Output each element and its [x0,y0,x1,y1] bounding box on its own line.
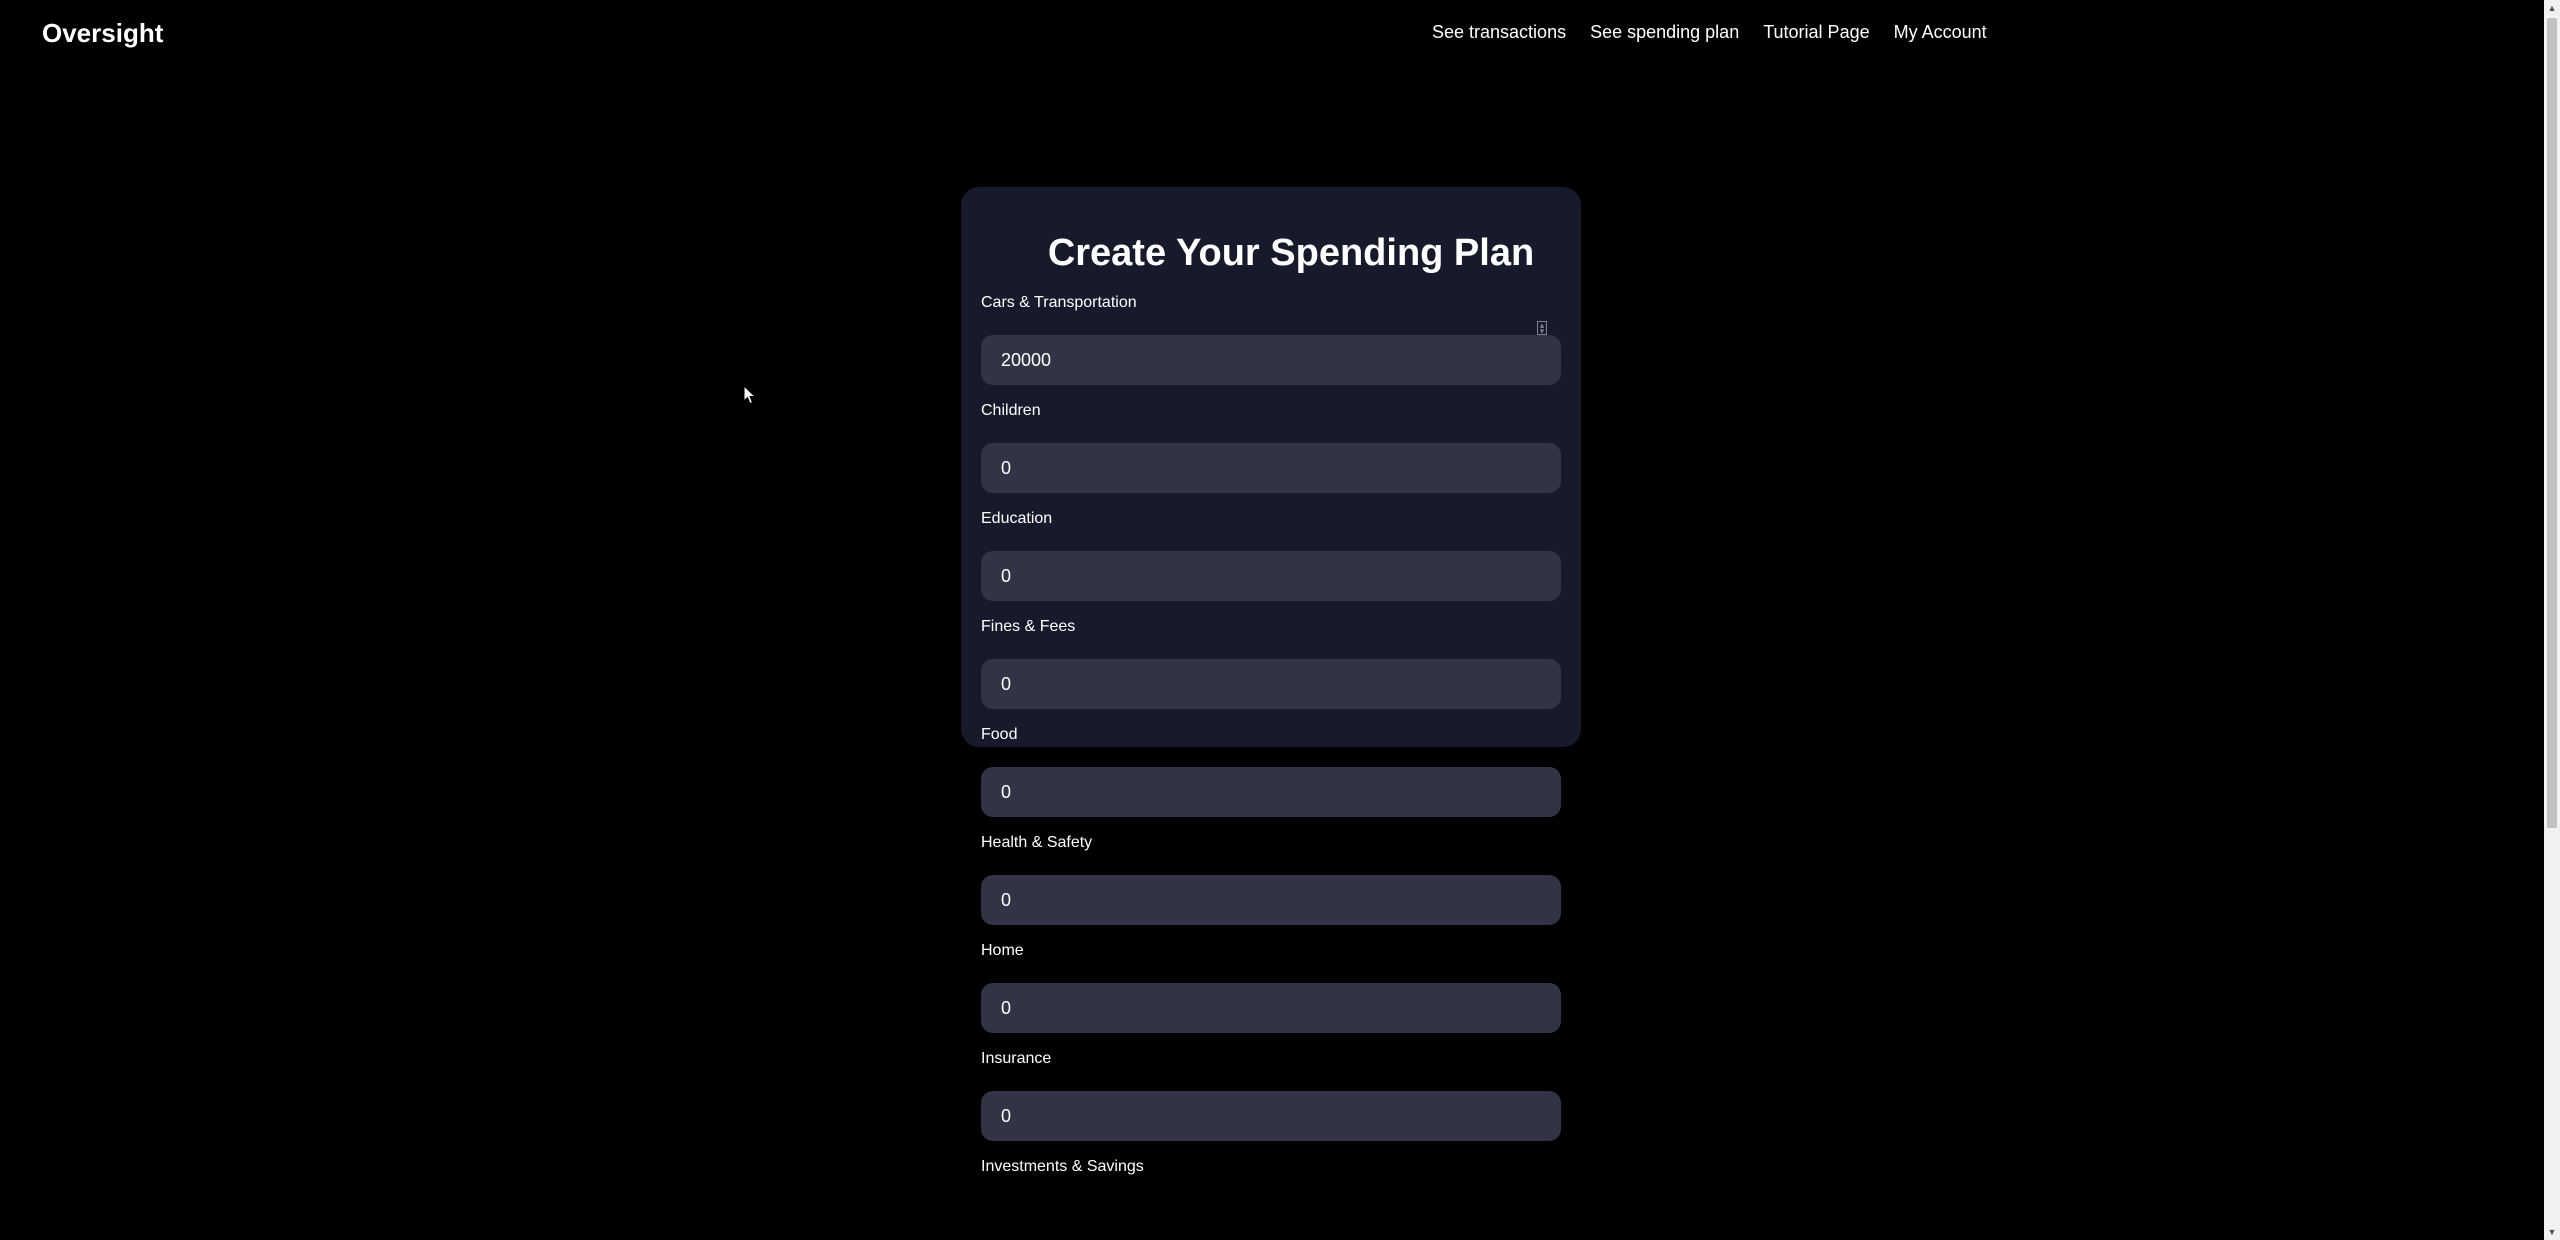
fines-fees-input[interactable] [981,659,1561,709]
field-label: Insurance [981,1050,1052,1067]
field-label: Education [981,510,1053,527]
mouse-cursor-icon [743,385,757,405]
scroll-up-arrow-icon[interactable]: ▲ [2544,0,2560,16]
nav-link-see-transactions[interactable]: See transactions [1432,22,1566,43]
spending-plan-form: Cars & Transportation ▴▾ Children Educat… [981,293,1561,1185]
number-spinner-icon[interactable]: ▴ ▾ [1537,321,1547,336]
field-label: Fines & Fees [981,618,1076,635]
page-title: Create Your Spending Plan [1047,232,1535,274]
field-education: Education [981,509,1561,601]
field-label: Cars & Transportation [981,294,1137,311]
field-investments-savings: Investments & Savings [981,1157,1561,1185]
field-label: Health & Safety [981,834,1093,851]
field-label: Children [981,402,1041,419]
field-cars-transportation: Cars & Transportation ▴▾ [981,293,1561,385]
nav-link-my-account[interactable]: My Account [1894,22,1987,43]
nav-links: See transactions See spending plan Tutor… [1432,22,2011,43]
field-label: Food [981,726,1018,743]
insurance-input[interactable] [981,1091,1561,1141]
food-input[interactable] [981,767,1561,817]
field-food: Food [981,725,1561,817]
nav-link-see-spending-plan[interactable]: See spending plan [1590,22,1739,43]
health-safety-input[interactable] [981,875,1561,925]
field-children: Children [981,401,1561,493]
field-fines-fees: Fines & Fees [981,617,1561,709]
scroll-down-arrow-icon[interactable]: ▼ [2544,1224,2560,1240]
nav-link-tutorial-page[interactable]: Tutorial Page [1763,22,1869,43]
field-label: Home [981,942,1024,959]
children-input[interactable] [981,443,1561,493]
field-home: Home [981,941,1561,1033]
education-input[interactable] [981,551,1561,601]
brand-logo[interactable]: Oversight [42,18,163,49]
field-health-safety: Health & Safety [981,833,1561,925]
scrollbar-thumb[interactable] [2547,18,2557,828]
cars-transportation-input[interactable] [981,335,1561,385]
home-input[interactable] [981,983,1561,1033]
navbar: Oversight See transactions See spending … [0,0,2544,68]
field-label: Investments & Savings [981,1158,1144,1175]
field-insurance: Insurance [981,1049,1561,1141]
